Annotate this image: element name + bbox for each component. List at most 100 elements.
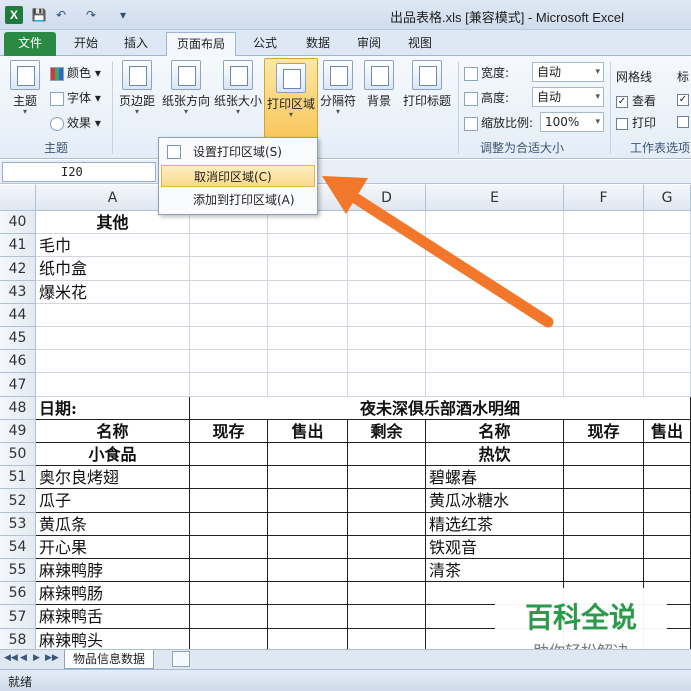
cell[interactable] (36, 327, 190, 350)
cell[interactable] (564, 211, 644, 234)
cell[interactable] (348, 443, 426, 466)
cell[interactable] (268, 582, 348, 605)
tab-data[interactable]: 数据 (296, 32, 340, 56)
cell[interactable] (426, 257, 564, 281)
cell[interactable] (426, 373, 564, 397)
cell[interactable] (644, 257, 691, 281)
cell[interactable] (348, 373, 426, 397)
row-header[interactable]: 53 (0, 513, 36, 536)
cell[interactable] (268, 559, 348, 582)
cell[interactable] (268, 350, 348, 373)
cell[interactable] (644, 536, 691, 559)
cell[interactable] (268, 327, 348, 350)
cell[interactable] (190, 513, 268, 536)
cell[interactable] (644, 513, 691, 536)
row-header[interactable]: 57 (0, 605, 36, 629)
row-header[interactable]: 42 (0, 257, 36, 281)
cell[interactable]: 麻辣鸭肠 (36, 582, 190, 605)
fonts-button[interactable]: 字体 ▾ (50, 89, 101, 106)
cell[interactable] (564, 304, 644, 327)
cell[interactable] (190, 304, 268, 327)
cell[interactable] (268, 373, 348, 397)
last-sheet-icon[interactable]: ▶▶ (45, 653, 59, 663)
cell[interactable]: 现存 (564, 420, 644, 443)
cell[interactable] (268, 304, 348, 327)
cell[interactable] (268, 605, 348, 629)
cell[interactable] (190, 582, 268, 605)
cell[interactable]: 开心果 (36, 536, 190, 559)
cell[interactable] (190, 257, 268, 281)
cell[interactable] (644, 489, 691, 513)
tab-formulas[interactable]: 公式 (243, 32, 287, 56)
width-select[interactable]: 自动 (532, 62, 604, 82)
cell[interactable] (190, 443, 268, 466)
cell[interactable]: 热饮 (426, 443, 564, 466)
cell[interactable] (190, 605, 268, 629)
cell[interactable] (268, 536, 348, 559)
cell[interactable] (564, 466, 644, 489)
cell[interactable]: 售出 (644, 420, 691, 443)
row-header[interactable]: 49 (0, 420, 36, 443)
menu-item-clear-print-area[interactable]: 取消印区域(C) (161, 165, 315, 187)
prev-sheet-icon[interactable]: ◀ (20, 653, 27, 663)
cell[interactable] (348, 466, 426, 489)
cell[interactable]: 现存 (190, 420, 268, 443)
row-header[interactable]: 52 (0, 489, 36, 513)
sheet-tab[interactable]: 物品信息数据 (64, 650, 155, 669)
tab-home[interactable]: 开始 (64, 32, 108, 56)
column-header-d[interactable]: D (348, 185, 426, 211)
cell[interactable]: 名称 (426, 420, 564, 443)
cell[interactable]: 碧螺春 (426, 466, 564, 489)
cell[interactable] (190, 327, 268, 350)
row-header[interactable]: 47 (0, 373, 36, 397)
cell[interactable] (190, 281, 268, 304)
cell[interactable] (426, 304, 564, 327)
menu-item-set-print-area[interactable]: 设置打印区域(S) (161, 141, 315, 163)
cell[interactable] (348, 605, 426, 629)
cell[interactable]: 名称 (36, 420, 190, 443)
cell[interactable] (348, 211, 426, 234)
cell[interactable] (36, 373, 190, 397)
first-sheet-icon[interactable]: ◀◀ (4, 653, 18, 663)
cell[interactable]: 麻辣鸭脖 (36, 559, 190, 582)
cell[interactable]: 麻辣鸭舌 (36, 605, 190, 629)
cell[interactable] (644, 234, 691, 257)
row-header[interactable]: 44 (0, 304, 36, 327)
cell[interactable] (268, 489, 348, 513)
tab-review[interactable]: 审阅 (347, 32, 391, 56)
breaks-button[interactable]: 分隔符 ▾ (318, 60, 358, 116)
cell[interactable] (268, 443, 348, 466)
tab-insert[interactable]: 插入 (114, 32, 158, 56)
cell[interactable] (426, 350, 564, 373)
column-header-e[interactable]: E (426, 185, 564, 211)
cell[interactable] (190, 350, 268, 373)
next-sheet-icon[interactable]: ▶ (33, 653, 40, 663)
customize-qat-icon[interactable]: ▾ (114, 6, 132, 24)
themes-button[interactable]: 主题 ▾ (6, 60, 44, 116)
cell[interactable]: 剩余 (348, 420, 426, 443)
cell[interactable] (564, 327, 644, 350)
scale-stepper[interactable]: 100% (540, 112, 604, 132)
cell[interactable] (644, 559, 691, 582)
select-all-corner[interactable] (0, 185, 36, 211)
background-button[interactable]: 背景 (360, 60, 398, 109)
cell[interactable] (644, 304, 691, 327)
insert-sheet-icon[interactable] (172, 651, 190, 667)
sheet-title-cell[interactable]: 夜未深俱乐部酒水明细 (190, 397, 691, 420)
cell[interactable] (564, 373, 644, 397)
cell[interactable] (564, 536, 644, 559)
cell[interactable] (644, 443, 691, 466)
row-header[interactable]: 43 (0, 281, 36, 304)
cell[interactable]: 铁观音 (426, 536, 564, 559)
cell[interactable]: 黄瓜冰糖水 (426, 489, 564, 513)
tab-page-layout[interactable]: 页面布局 (166, 32, 237, 56)
cell[interactable] (348, 281, 426, 304)
cell[interactable] (348, 536, 426, 559)
cell[interactable] (564, 234, 644, 257)
print-area-button[interactable]: 打印区域 ▾ (264, 58, 318, 140)
row-header[interactable]: 40 (0, 211, 36, 234)
cell[interactable] (348, 350, 426, 373)
cell[interactable] (348, 513, 426, 536)
cell[interactable] (190, 559, 268, 582)
cell[interactable] (348, 234, 426, 257)
